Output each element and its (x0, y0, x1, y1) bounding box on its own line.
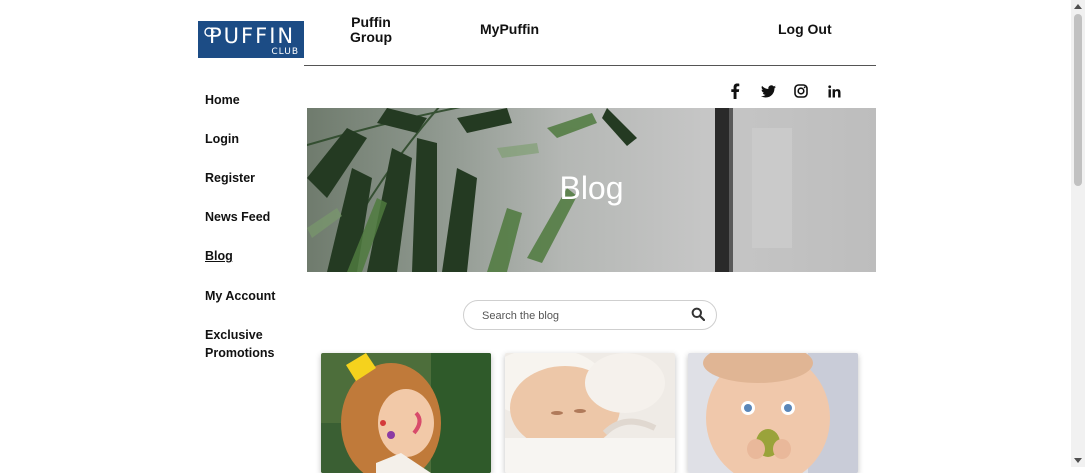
blog-post-image (688, 353, 858, 473)
logout-link[interactable]: Log Out (778, 22, 832, 37)
blog-post-card[interactable] (321, 353, 491, 473)
blog-hero-banner: Blog (307, 108, 876, 272)
facebook-icon[interactable] (726, 82, 744, 100)
sidebar-item-login[interactable]: Login (205, 130, 295, 148)
twitter-icon[interactable] (759, 82, 777, 100)
sidebar-item-exclusive-promotions[interactable]: Exclusive Promotions (205, 326, 295, 362)
nav-mypuffin[interactable]: MyPuffin (480, 22, 539, 37)
blog-search-input[interactable] (480, 306, 684, 326)
blog-post-card[interactable] (688, 353, 858, 473)
scroll-up-icon[interactable] (1074, 4, 1082, 9)
page-scrollbar[interactable] (1071, 0, 1085, 467)
scroll-down-icon[interactable] (1074, 458, 1082, 463)
logo-subtext: CLUB (271, 47, 299, 57)
sidebar-item-register[interactable]: Register (205, 169, 295, 187)
nav-puffin-group[interactable]: Puffin Group (345, 15, 397, 45)
scrollbar-thumb[interactable] (1074, 14, 1082, 186)
blog-post-image (321, 353, 491, 473)
puffin-club-logo[interactable]: PUFFIN CLUB (198, 21, 304, 58)
hero-title: Blog (559, 170, 624, 206)
header-divider (304, 65, 876, 66)
linkedin-icon[interactable] (825, 82, 843, 100)
blog-post-image (505, 353, 675, 473)
instagram-icon[interactable] (792, 82, 810, 100)
search-icon[interactable] (691, 307, 706, 322)
sidebar-item-news-feed[interactable]: News Feed (205, 208, 295, 226)
sidebar-item-home[interactable]: Home (205, 91, 295, 109)
sidebar-item-my-account[interactable]: My Account (205, 287, 295, 305)
sidebar-item-blog[interactable]: Blog (205, 247, 295, 265)
logo-wordmark: PUFFIN (209, 24, 296, 48)
blog-search-box (463, 300, 717, 330)
blog-post-card[interactable] (505, 353, 675, 473)
